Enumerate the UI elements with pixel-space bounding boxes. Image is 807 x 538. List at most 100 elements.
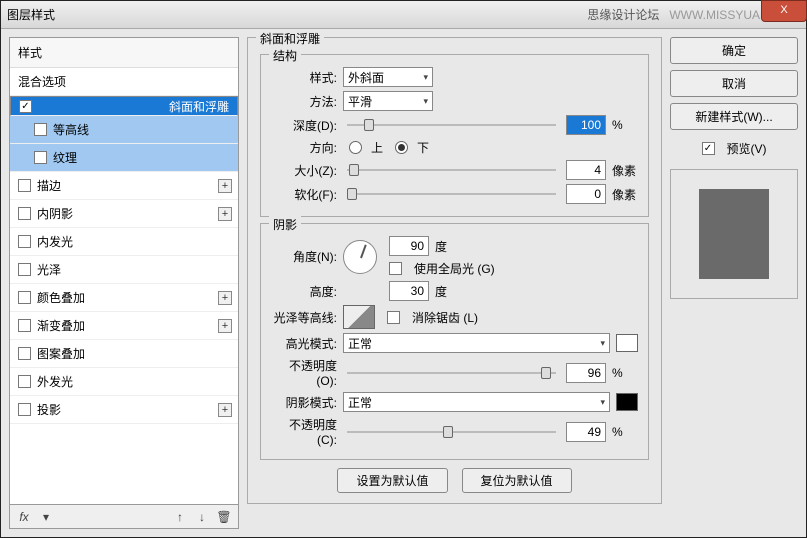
gloss-label: 光泽等高线: (271, 309, 337, 326)
checkbox-icon[interactable] (34, 123, 47, 136)
shadow-opacity-label: 不透明度(C): (271, 416, 337, 447)
style-label: 斜面和浮雕 (169, 98, 229, 115)
checkbox-icon[interactable] (34, 151, 47, 164)
checkbox-icon[interactable] (18, 375, 31, 388)
size-slider[interactable] (347, 163, 556, 177)
style-drop-shadow[interactable]: 投影 + (10, 396, 238, 424)
highlight-opacity-slider[interactable] (347, 366, 556, 380)
shadow-opacity-input[interactable]: 49 (566, 422, 606, 442)
preview-checkbox[interactable] (702, 142, 715, 155)
style-label: 投影 (37, 401, 61, 418)
reset-default-button[interactable]: 复位为默认值 (462, 468, 572, 493)
style-label: 等高线 (53, 121, 89, 138)
checkbox-icon[interactable] (18, 235, 31, 248)
ok-button[interactable]: 确定 (670, 37, 798, 64)
technique-select[interactable]: 平滑▾ (343, 91, 433, 111)
style-outer-glow[interactable]: 外发光 (10, 368, 238, 396)
style-satin[interactable]: 光泽 (10, 256, 238, 284)
altitude-label: 高度: (271, 283, 337, 300)
angle-wheel[interactable] (343, 240, 377, 274)
blend-options-row[interactable]: 混合选项 (10, 68, 238, 96)
plus-icon[interactable]: + (218, 207, 232, 221)
angle-input[interactable]: 90 (389, 236, 429, 256)
angle-label: 角度(N): (271, 248, 337, 265)
checkbox-icon[interactable] (18, 263, 31, 276)
style-inner-shadow[interactable]: 内阴影+ (10, 200, 238, 228)
checkbox-icon[interactable] (18, 347, 31, 360)
soften-input[interactable]: 0 (566, 184, 606, 204)
shadow-color-swatch[interactable] (616, 393, 638, 411)
plus-icon[interactable]: + (218, 403, 232, 417)
style-color-overlay[interactable]: 颜色叠加+ (10, 284, 238, 312)
global-light-label: 使用全局光 (G) (414, 260, 495, 277)
checkbox-icon[interactable] (18, 403, 31, 416)
style-bevel-emboss[interactable]: 斜面和浮雕 (10, 96, 238, 116)
close-button[interactable]: X (761, 0, 807, 22)
style-label: 纹理 (53, 149, 77, 166)
cancel-button[interactable]: 取消 (670, 70, 798, 97)
highlight-mode-label: 高光模式: (271, 335, 337, 352)
style-contour[interactable]: 等高线 (10, 116, 238, 144)
shadow-mode-value: 正常 (348, 394, 372, 411)
size-label: 大小(Z): (271, 162, 337, 179)
move-up-icon[interactable]: ↑ (172, 510, 188, 524)
style-inner-glow[interactable]: 内发光 (10, 228, 238, 256)
plus-icon[interactable]: + (218, 319, 232, 333)
size-unit: 像素 (612, 162, 638, 179)
depth-input[interactable]: 100 (566, 115, 606, 135)
styles-footer: fx ▾ ↑ ↓ 🗑 (9, 505, 239, 529)
plus-icon[interactable]: + (218, 179, 232, 193)
shadow-mode-label: 阴影模式: (271, 394, 337, 411)
down-label: 下 (417, 139, 429, 156)
fx-icon[interactable]: fx (16, 510, 32, 524)
style-label: 图案叠加 (37, 345, 85, 362)
preview-toggle[interactable]: 预览(V) (670, 140, 798, 157)
style-pattern-overlay[interactable]: 图案叠加 (10, 340, 238, 368)
brand-text: 思缘设计论坛 (587, 6, 659, 23)
checkbox-icon[interactable] (18, 207, 31, 220)
soften-label: 软化(F): (271, 186, 337, 203)
depth-unit: % (612, 118, 638, 132)
shading-group: 阴影 角度(N): 90 度 使用全局光 (G) 高度: (260, 223, 649, 460)
plus-icon[interactable]: + (218, 291, 232, 305)
chevron-down-icon: ▾ (423, 96, 428, 107)
style-stroke[interactable]: 描边+ (10, 172, 238, 200)
style-select[interactable]: 外斜面▾ (343, 67, 433, 87)
checkbox-icon[interactable] (18, 319, 31, 332)
chevron-down-icon[interactable]: ▾ (38, 510, 54, 524)
highlight-color-swatch[interactable] (616, 334, 638, 352)
style-gradient-overlay[interactable]: 渐变叠加+ (10, 312, 238, 340)
styles-header[interactable]: 样式 (10, 38, 238, 68)
highlight-opacity-input[interactable]: 96 (566, 363, 606, 383)
altitude-input[interactable]: 30 (389, 281, 429, 301)
shadow-mode-select[interactable]: 正常▾ (343, 392, 610, 412)
make-default-button[interactable]: 设置为默认值 (337, 468, 447, 493)
style-texture[interactable]: 纹理 (10, 144, 238, 172)
depth-slider[interactable] (347, 118, 556, 132)
styles-list: 样式 混合选项 斜面和浮雕 等高线 纹理 描边+ 内阴影+ 内发光 光泽 颜色叠… (9, 37, 239, 505)
checkbox-icon[interactable] (18, 179, 31, 192)
direction-up-radio[interactable] (349, 141, 362, 154)
shading-legend: 阴影 (269, 216, 301, 233)
antialias-checkbox[interactable] (387, 311, 400, 324)
bevel-group: 斜面和浮雕 结构 样式: 外斜面▾ 方法: 平滑▾ 深度(D): 100 % 方… (247, 37, 662, 504)
depth-label: 深度(D): (271, 117, 337, 134)
group-title: 斜面和浮雕 (256, 30, 324, 47)
titlebar[interactable]: 图层样式 思缘设计论坛 WWW.MISSYUAN.COM X (1, 1, 806, 29)
highlight-mode-select[interactable]: 正常▾ (343, 333, 610, 353)
soften-slider[interactable] (347, 187, 556, 201)
new-style-button[interactable]: 新建样式(W)... (670, 103, 798, 130)
altitude-unit: 度 (435, 283, 447, 300)
checkbox-icon[interactable] (19, 100, 32, 113)
trash-icon[interactable]: 🗑 (216, 510, 232, 524)
direction-down-radio[interactable] (395, 141, 408, 154)
global-light-checkbox[interactable] (389, 262, 402, 275)
preview-label: 预览(V) (727, 140, 767, 157)
size-input[interactable]: 4 (566, 160, 606, 180)
shadow-opacity-slider[interactable] (347, 425, 556, 439)
layer-style-dialog: 图层样式 思缘设计论坛 WWW.MISSYUAN.COM X 样式 混合选项 斜… (0, 0, 807, 538)
antialias-label: 消除锯齿 (L) (412, 309, 478, 326)
gloss-contour-picker[interactable] (343, 305, 375, 329)
move-down-icon[interactable]: ↓ (194, 510, 210, 524)
checkbox-icon[interactable] (18, 291, 31, 304)
